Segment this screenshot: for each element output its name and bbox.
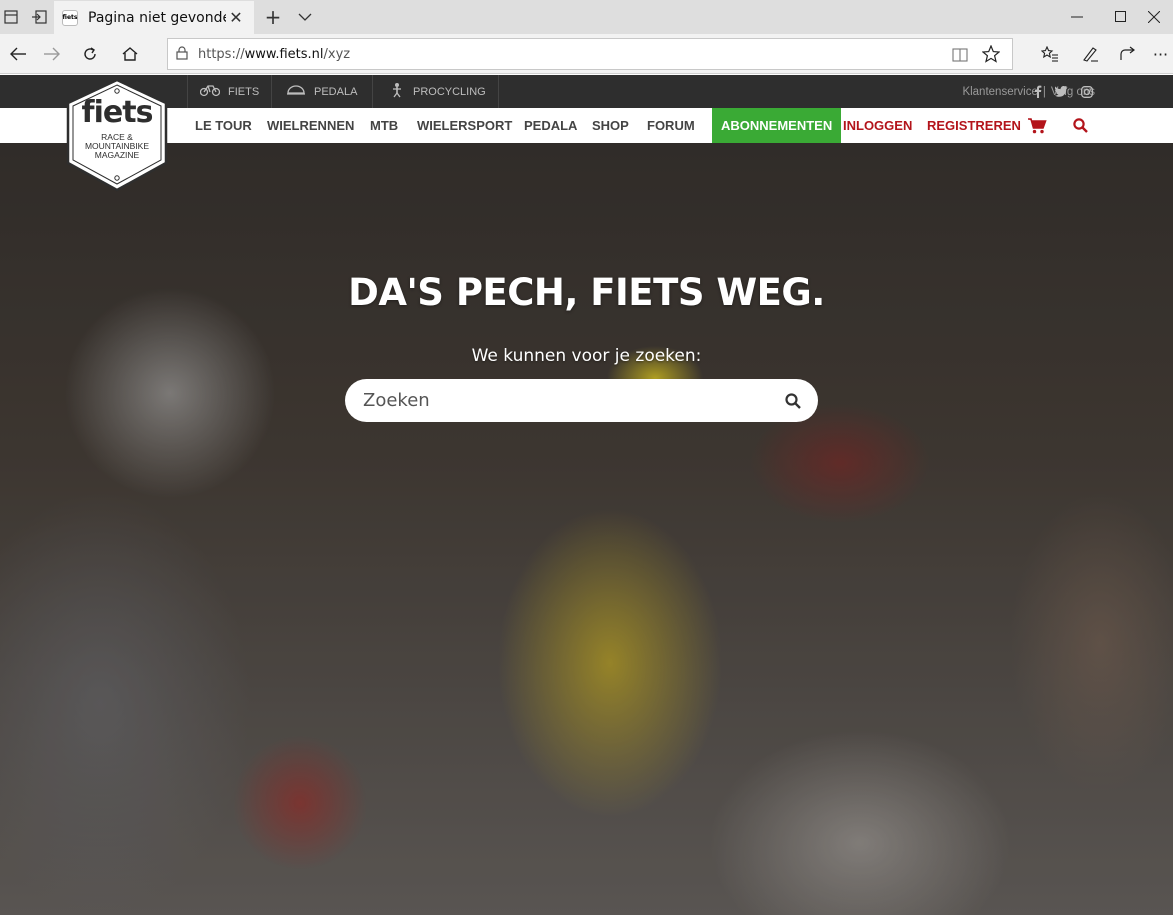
- page-title: DA'S PECH, FIETS WEG.: [348, 271, 825, 314]
- shopping-cart-icon[interactable]: [1028, 108, 1047, 143]
- klantenservice-link[interactable]: Klantenservice: [962, 86, 1037, 98]
- back-icon[interactable]: [0, 38, 36, 70]
- main-navigation: LE TOUR WIELRENNEN MTB WIELERSPORT PEDAL…: [0, 108, 1173, 143]
- browser-tab-bar: fiets Pagina niet gevonden | ✕ +: [0, 0, 1173, 34]
- tab-actions-icon[interactable]: [0, 0, 22, 34]
- topbar-right-links: Klantenservice | Volg ons: [962, 75, 1095, 108]
- close-tab-icon[interactable]: ✕: [226, 8, 246, 27]
- twitter-icon[interactable]: [1055, 75, 1068, 108]
- topbar-separator: |: [1042, 85, 1046, 98]
- refresh-icon[interactable]: [72, 38, 108, 70]
- fiets-favicon-icon: fiets: [62, 9, 78, 26]
- forward-icon[interactable]: [34, 38, 70, 70]
- search-prompt: We kunnen voor je zoeken:: [471, 346, 702, 366]
- abonnementen-button[interactable]: ABONNEMENTEN: [712, 108, 842, 143]
- new-tab-icon[interactable]: +: [260, 0, 286, 34]
- browser-address-bar: https://www.fiets.nl/xyz ···: [0, 34, 1173, 74]
- instagram-icon[interactable]: [1081, 75, 1093, 108]
- url-input[interactable]: https://www.fiets.nl/xyz: [167, 38, 1013, 70]
- facebook-icon[interactable]: [1034, 75, 1042, 108]
- registreren-link[interactable]: REGISTREREN: [927, 108, 1021, 143]
- search-box: [345, 379, 818, 422]
- chevron-down-icon[interactable]: [292, 0, 318, 34]
- share-icon[interactable]: [1110, 38, 1146, 70]
- site-top-bar: FIETS PEDALA PROCYCLING Klantenservice |…: [0, 75, 1173, 108]
- home-icon[interactable]: [112, 38, 148, 70]
- nav-wielersport[interactable]: WIELERSPORT: [417, 108, 512, 143]
- search-button-icon[interactable]: [782, 390, 804, 412]
- nav-le-tour[interactable]: LE TOUR: [195, 108, 252, 143]
- pen-icon[interactable]: [1072, 38, 1108, 70]
- cyclist-icon: [389, 82, 405, 101]
- favorite-star-icon[interactable]: [981, 44, 1001, 67]
- hero-background-photo: DA'S PECH, FIETS WEG. We kunnen voor je …: [0, 143, 1173, 915]
- more-icon[interactable]: ···: [1148, 38, 1173, 70]
- topbar-link-fiets[interactable]: FIETS: [187, 75, 271, 108]
- hero-overlay: [0, 143, 1173, 915]
- logo-wordmark: fiets: [81, 95, 154, 130]
- helmet-icon: [286, 83, 306, 100]
- topbar-link-pedala[interactable]: PEDALA: [271, 75, 371, 108]
- tab-title: Pagina niet gevonden |: [88, 9, 226, 26]
- inloggen-link[interactable]: INLOGGEN: [843, 108, 912, 143]
- close-window-icon[interactable]: [1135, 0, 1173, 34]
- nav-mtb[interactable]: MTB: [370, 108, 398, 143]
- browser-tab[interactable]: fiets Pagina niet gevonden | ✕: [54, 1, 254, 34]
- logo-tagline: RACE & MOUNTAINBIKE MAGAZINE: [84, 132, 150, 160]
- favorites-hub-icon[interactable]: [1032, 38, 1068, 70]
- set-aside-tabs-icon[interactable]: [26, 0, 52, 34]
- fiets-logo[interactable]: fiets RACE & MOUNTAINBIKE MAGAZINE: [64, 78, 170, 192]
- bicycle-icon: [199, 83, 221, 100]
- nav-wielrennen[interactable]: WIELRENNEN: [267, 108, 354, 143]
- topbar-link-procycling[interactable]: PROCYCLING: [372, 75, 499, 108]
- search-input[interactable]: [363, 390, 782, 411]
- reading-view-icon[interactable]: [952, 47, 968, 66]
- url-text: https://www.fiets.nl/xyz: [198, 46, 351, 62]
- nav-shop[interactable]: SHOP: [592, 108, 629, 143]
- nav-forum[interactable]: FORUM: [647, 108, 695, 143]
- nav-pedala[interactable]: PEDALA: [524, 108, 577, 143]
- search-icon[interactable]: [1073, 108, 1088, 143]
- lock-icon: [176, 45, 188, 64]
